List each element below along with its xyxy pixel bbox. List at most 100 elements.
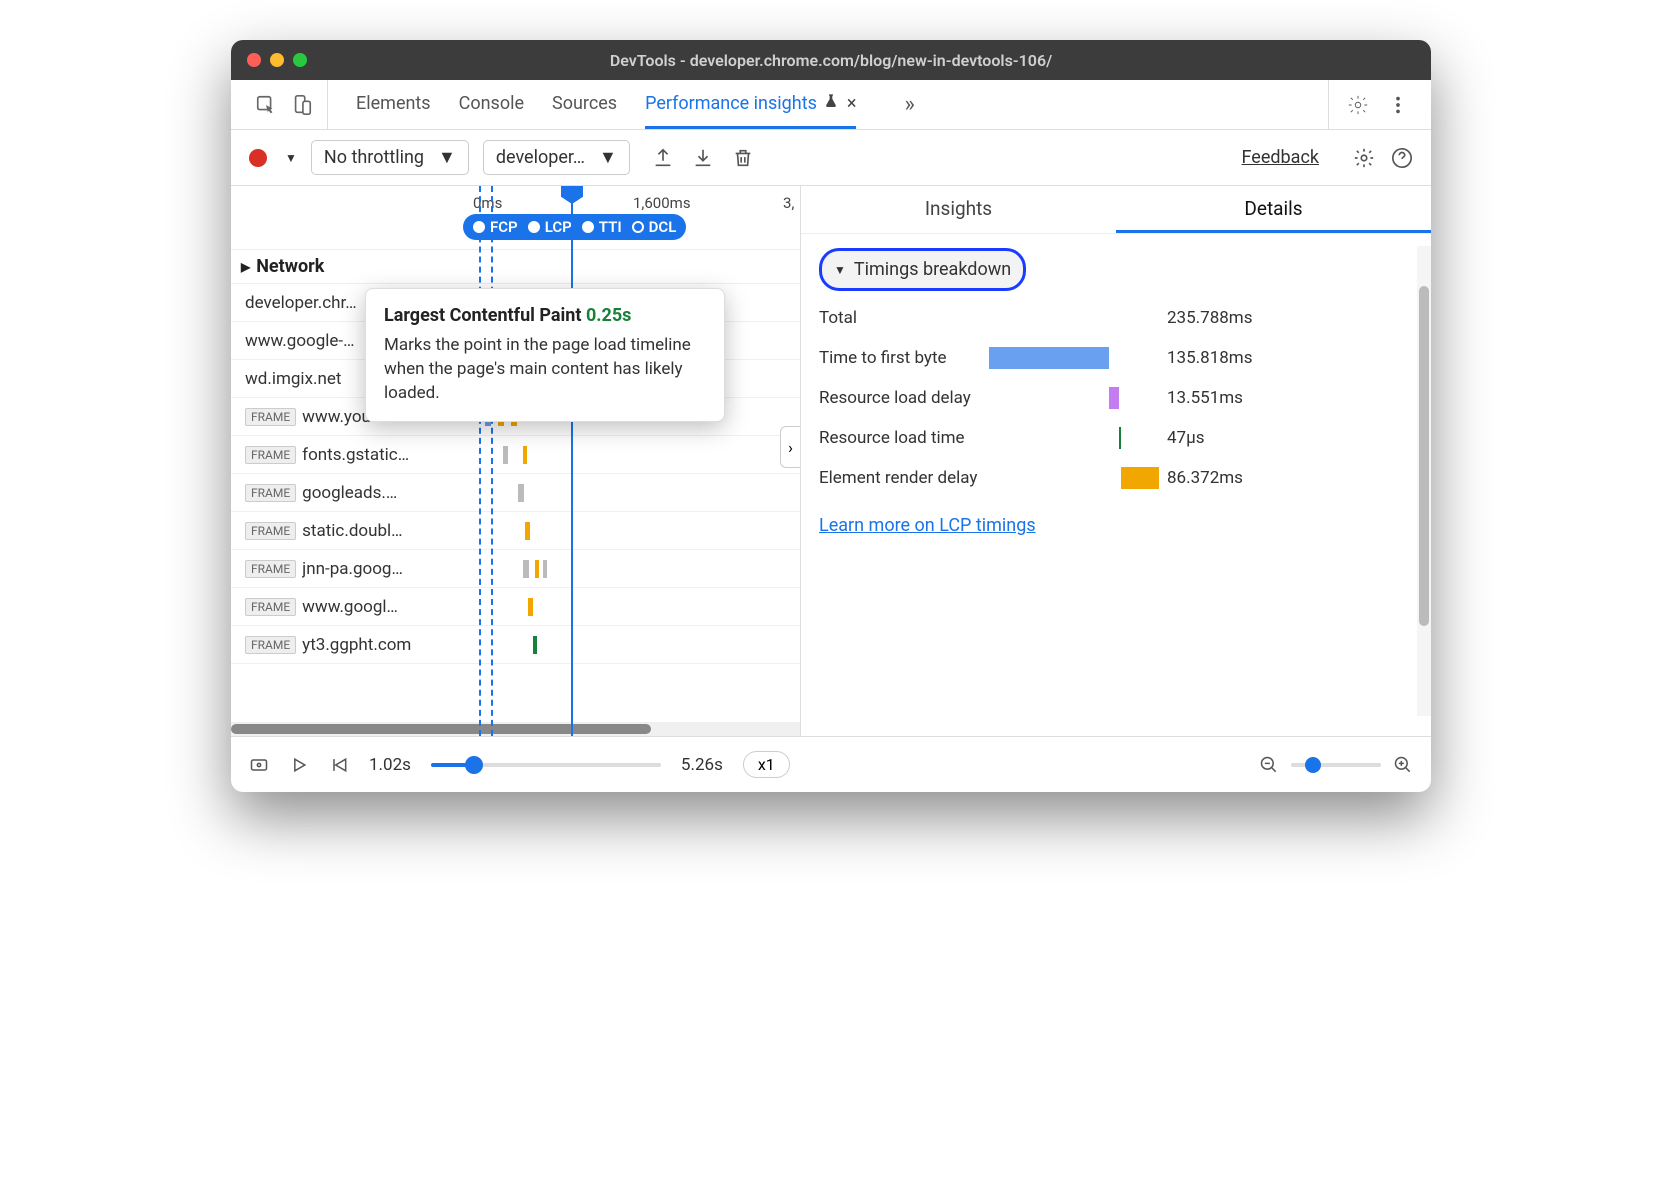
timing-label: Element render delay xyxy=(819,468,989,488)
tab-elements[interactable]: Elements xyxy=(356,80,431,129)
request-bar[interactable] xyxy=(543,560,547,578)
traffic-lights xyxy=(247,53,307,67)
learn-more-link[interactable]: Learn more on LCP timings xyxy=(819,515,1036,536)
throttling-select[interactable]: No throttling ▼ xyxy=(311,140,469,175)
settings-gear-icon[interactable] xyxy=(1353,147,1375,169)
window-title: DevTools - developer.chrome.com/blog/new… xyxy=(610,51,1052,70)
network-header[interactable]: Network xyxy=(231,250,800,284)
horizontal-scrollbar[interactable] xyxy=(231,722,800,736)
chevron-down-icon: ▼ xyxy=(599,147,617,168)
network-row[interactable]: FRAMEjnn-pa.goog… xyxy=(231,550,800,588)
zoom-out-icon[interactable] xyxy=(1259,755,1279,775)
marker-fcp[interactable]: FCP xyxy=(473,218,518,236)
zoom-slider[interactable] xyxy=(1291,763,1381,767)
network-row[interactable]: FRAMEwww.googl… xyxy=(231,588,800,626)
details-body: Timings breakdown Total 235.788ms Time t… xyxy=(801,234,1431,736)
dash-line xyxy=(491,186,493,736)
tab-sources[interactable]: Sources xyxy=(552,80,617,129)
timing-row: Element render delay 86.372ms xyxy=(819,465,1413,491)
timing-bar xyxy=(989,347,1109,369)
frame-tag: FRAME xyxy=(245,636,296,654)
tabs: Elements Console Sources Performance ins… xyxy=(328,80,915,129)
timing-value: 13.551ms xyxy=(1167,388,1243,408)
tab-performance-insights[interactable]: Performance insights × xyxy=(645,80,856,129)
export-icon[interactable] xyxy=(652,147,674,169)
rewind-icon[interactable] xyxy=(329,755,349,775)
tab-insights[interactable]: Insights xyxy=(801,186,1116,233)
frame-tag: FRAME xyxy=(245,598,296,616)
time-ruler[interactable]: 0ms 1,600ms 3, xyxy=(463,186,800,216)
request-bar[interactable] xyxy=(523,446,527,464)
network-row[interactable]: FRAMEfonts.gstatic… xyxy=(231,436,800,474)
maximize-window-icon[interactable] xyxy=(293,53,307,67)
help-icon[interactable] xyxy=(1391,147,1413,169)
trash-icon[interactable] xyxy=(732,147,754,169)
timing-label: Time to first byte xyxy=(819,348,989,368)
subpanel-tabs: Insights Details xyxy=(801,186,1431,234)
zoom-knob[interactable] xyxy=(1305,757,1321,773)
marker-dcl[interactable]: DCL xyxy=(632,218,677,236)
marker-lcp[interactable]: LCP xyxy=(528,218,572,236)
tooltip-title: Largest Contentful Paint 0.25s xyxy=(384,305,706,326)
close-tab-icon[interactable]: × xyxy=(847,93,857,114)
request-bar[interactable] xyxy=(518,484,524,502)
tab-console[interactable]: Console xyxy=(459,80,524,129)
vertical-scrollbar[interactable] xyxy=(1417,246,1431,716)
tab-details[interactable]: Details xyxy=(1116,186,1431,233)
ruler-tick: 0ms xyxy=(473,194,502,212)
gear-icon[interactable] xyxy=(1347,94,1369,116)
more-tabs-icon[interactable]: » xyxy=(904,92,914,117)
scrollbar-thumb[interactable] xyxy=(231,724,651,734)
tooltip-desc: Marks the point in the page load timelin… xyxy=(384,334,706,405)
record-dropdown-icon[interactable]: ▼ xyxy=(285,151,297,165)
timing-label: Resource load delay xyxy=(819,388,989,408)
timing-bar-area xyxy=(989,345,1159,371)
inspect-element-icon[interactable] xyxy=(255,94,277,116)
frame-tag: FRAME xyxy=(245,522,296,540)
speed-pill[interactable]: x1 xyxy=(743,751,790,778)
page-select[interactable]: developer… ▼ xyxy=(483,140,630,175)
timing-value: 135.818ms xyxy=(1167,348,1253,368)
marker-tti[interactable]: TTI xyxy=(582,218,622,236)
timing-label: Total xyxy=(819,308,989,328)
play-icon[interactable] xyxy=(289,755,309,775)
timing-row: Resource load delay 13.551ms xyxy=(819,385,1413,411)
record-button[interactable] xyxy=(249,149,267,167)
timing-bar xyxy=(1121,467,1159,489)
minimize-window-icon[interactable] xyxy=(270,53,284,67)
close-window-icon[interactable] xyxy=(247,53,261,67)
perf-toolbar: ▼ No throttling ▼ developer… ▼ Feedback xyxy=(231,130,1431,186)
inspect-tools xyxy=(241,80,328,129)
network-bars xyxy=(463,474,800,511)
network-row[interactable]: FRAMEstatic.doubl… xyxy=(231,512,800,550)
timing-bar xyxy=(1109,387,1119,409)
request-bar[interactable] xyxy=(525,522,530,540)
timing-bar-area xyxy=(989,425,1159,451)
tab-right-controls xyxy=(1328,80,1421,129)
frame-tag: FRAME xyxy=(245,560,296,578)
scrollbar-thumb[interactable] xyxy=(1419,286,1429,626)
slider-knob[interactable] xyxy=(465,756,483,774)
network-row[interactable]: FRAMEyt3.ggpht.com xyxy=(231,626,800,664)
lcp-tooltip: Largest Contentful Paint 0.25s Marks the… xyxy=(365,288,725,422)
timing-label: Resource load time xyxy=(819,428,989,448)
time-slider[interactable] xyxy=(431,763,661,767)
toolbar-right xyxy=(1353,147,1413,169)
expand-panel-icon[interactable]: › xyxy=(780,426,800,468)
zoom-controls xyxy=(1259,755,1413,775)
timing-value: 47µs xyxy=(1167,428,1205,448)
import-icon[interactable] xyxy=(692,147,714,169)
request-bar[interactable] xyxy=(523,560,529,578)
feedback-link[interactable]: Feedback xyxy=(1242,147,1319,168)
zoom-in-icon[interactable] xyxy=(1393,755,1413,775)
device-toggle-icon[interactable] xyxy=(291,94,313,116)
request-bar[interactable] xyxy=(535,560,539,578)
timing-row: Resource load time 47µs xyxy=(819,425,1413,451)
network-row[interactable]: FRAMEgoogleads.… xyxy=(231,474,800,512)
request-bar[interactable] xyxy=(503,446,508,464)
request-bar[interactable] xyxy=(533,636,537,654)
timings-breakdown-header[interactable]: Timings breakdown xyxy=(819,248,1026,291)
kebab-menu-icon[interactable] xyxy=(1387,94,1409,116)
preview-icon[interactable] xyxy=(249,755,269,775)
request-bar[interactable] xyxy=(528,598,533,616)
